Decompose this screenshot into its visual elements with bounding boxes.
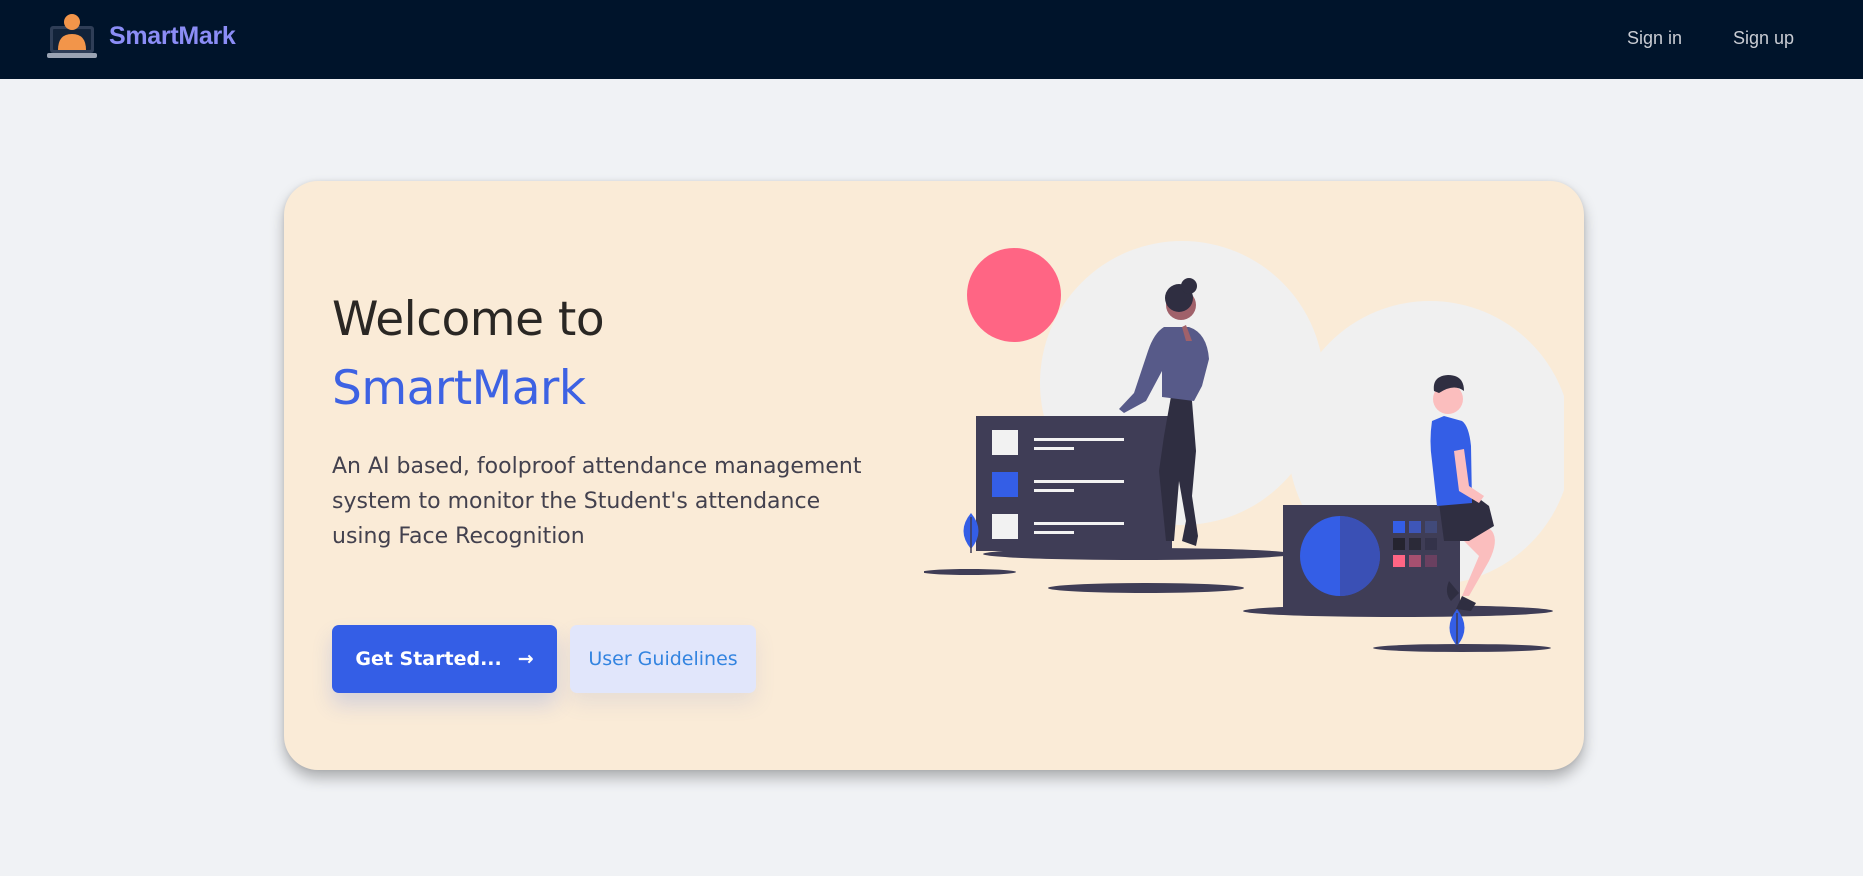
pink-sun-circle [967,248,1061,342]
get-started-button[interactable]: Get Started... → [332,625,557,693]
brand[interactable]: SmartMark [47,12,236,60]
arrow-right-icon: → [517,648,534,670]
brand-name: SmartMark [109,21,236,50]
hero-description: An AI based, foolproof attendance manage… [332,454,862,549]
hero-title-brand: SmartMark [332,361,586,416]
attendance-illustration [924,241,1564,652]
user-guidelines-label: User Guidelines [588,648,738,670]
user-guidelines-button[interactable]: User Guidelines [570,625,756,693]
hero-title-line1: Welcome to [332,292,605,347]
get-started-label: Get Started... [355,648,502,670]
sign-up-link[interactable]: Sign up [1733,28,1794,49]
top-navbar: SmartMark Sign in Sign up [0,0,1863,79]
sign-in-link[interactable]: Sign in [1627,28,1682,49]
brand-logo-icon [47,14,97,58]
hero-card: Welcome to SmartMark An AI based, foolpr… [284,181,1584,770]
hero-title: Welcome to SmartMark [332,285,605,423]
